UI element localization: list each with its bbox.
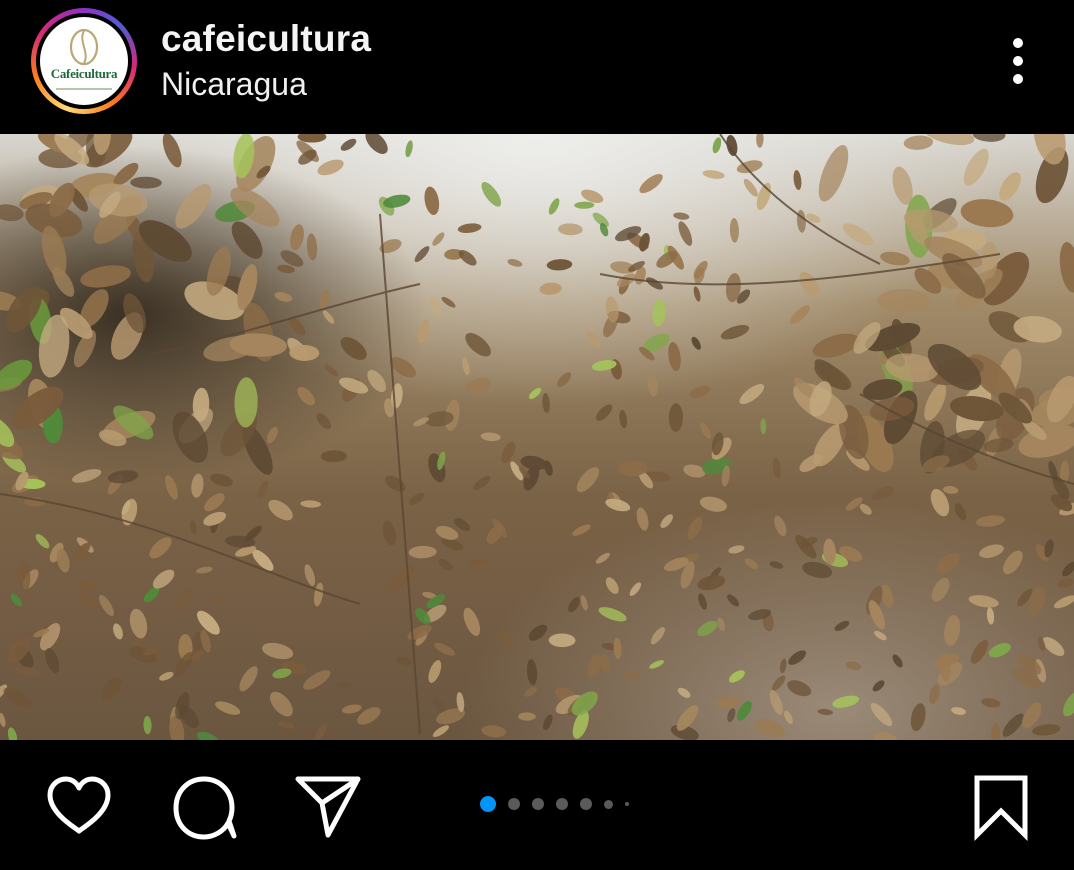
carousel-dot	[625, 802, 629, 806]
instagram-post: Cafeicultura cafeicultura Nicaragua	[0, 0, 1074, 870]
avatar: Cafeicultura	[40, 17, 128, 105]
coffee-leaves-photo	[0, 134, 1074, 740]
username[interactable]: cafeicultura	[161, 18, 371, 60]
carousel-dot-active	[480, 796, 496, 812]
carousel-dot	[580, 798, 592, 810]
carousel-dot	[556, 798, 568, 810]
carousel-dot	[508, 798, 520, 810]
coffee-bean-logo-icon	[56, 28, 112, 90]
leaf-texture	[877, 289, 930, 313]
post-action-bar	[0, 740, 1074, 870]
comment-button[interactable]	[170, 773, 240, 843]
save-button[interactable]	[968, 773, 1038, 843]
like-button[interactable]	[44, 773, 114, 843]
post-image[interactable]	[0, 134, 1074, 740]
bookmark-icon	[974, 775, 1028, 842]
avatar-story-ring[interactable]: Cafeicultura	[31, 8, 137, 114]
carousel-dot	[532, 798, 544, 810]
post-header: Cafeicultura cafeicultura Nicaragua	[0, 0, 1074, 134]
more-options-button[interactable]	[998, 32, 1038, 90]
avatar-brand-text: Cafeicultura	[50, 66, 118, 81]
location-link[interactable]: Nicaragua	[161, 66, 307, 103]
share-button[interactable]	[294, 773, 364, 843]
send-icon	[295, 776, 361, 838]
carousel-indicator	[480, 796, 650, 812]
more-vertical-icon	[1013, 38, 1023, 48]
carousel-dot	[604, 799, 613, 809]
heart-icon	[47, 776, 111, 834]
comment-icon	[173, 776, 237, 840]
